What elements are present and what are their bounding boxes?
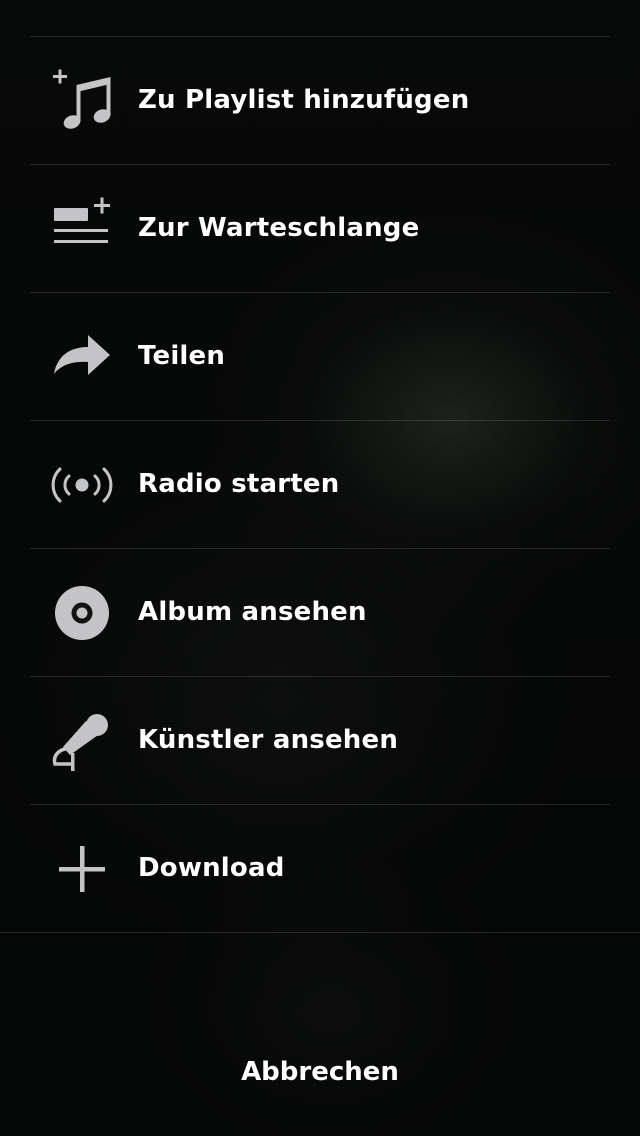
menu-item-add-to-playlist[interactable]: Zu Playlist hinzufügen	[30, 37, 610, 164]
cancel-divider	[0, 932, 640, 933]
radio-broadcast-icon	[48, 451, 116, 519]
menu-item-view-album[interactable]: Album ansehen	[30, 549, 610, 676]
share-arrow-icon	[48, 323, 116, 391]
menu-item-label: Künstler ansehen	[138, 725, 399, 755]
menu-item-view-artist[interactable]: Künstler ansehen	[30, 677, 610, 804]
menu-item-start-radio[interactable]: Radio starten	[30, 421, 610, 548]
menu-item-label: Album ansehen	[138, 597, 367, 627]
menu-item-download[interactable]: Download	[30, 805, 610, 932]
cancel-button[interactable]: Abbrechen	[0, 1034, 640, 1110]
menu-item-label: Download	[138, 853, 285, 883]
plus-icon	[48, 835, 116, 903]
menu-item-label: Teilen	[138, 341, 226, 371]
queue-add-icon	[48, 195, 116, 263]
menu-item-share[interactable]: Teilen	[30, 293, 610, 420]
disc-icon	[48, 579, 116, 647]
menu-item-label: Zu Playlist hinzufügen	[138, 85, 470, 115]
menu-item-label: Radio starten	[138, 469, 340, 499]
microphone-icon	[48, 707, 116, 775]
music-note-plus-icon	[48, 67, 116, 135]
menu-item-label: Zur Warteschlange	[138, 213, 420, 243]
menu-item-add-to-queue[interactable]: Zur Warteschlange	[30, 165, 610, 292]
